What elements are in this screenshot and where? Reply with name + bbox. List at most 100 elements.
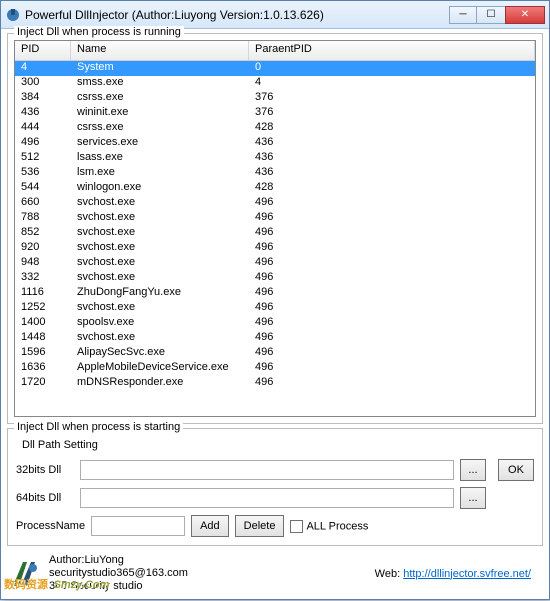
footer-studio: 365 Security studio bbox=[49, 580, 188, 593]
table-row[interactable]: 444csrss.exe428 bbox=[15, 121, 535, 136]
table-row[interactable]: 1116ZhuDongFangYu.exe496 bbox=[15, 286, 535, 301]
cell-parentpid: 496 bbox=[249, 346, 535, 361]
cell-name: svchost.exe bbox=[71, 256, 249, 271]
cell-name: svchost.exe bbox=[71, 241, 249, 256]
cell-parentpid: 0 bbox=[249, 61, 535, 76]
browse-64bit-button[interactable]: ... bbox=[460, 487, 486, 509]
cell-pid: 852 bbox=[15, 226, 71, 241]
cell-name: svchost.exe bbox=[71, 211, 249, 226]
table-row[interactable]: 4System0 bbox=[15, 61, 535, 76]
all-process-checkbox[interactable] bbox=[290, 520, 303, 533]
cell-pid: 332 bbox=[15, 271, 71, 286]
cell-name: svchost.exe bbox=[71, 331, 249, 346]
group-inject-running: Inject Dll when process is running PID N… bbox=[7, 33, 543, 424]
table-row[interactable]: 544winlogon.exe428 bbox=[15, 181, 535, 196]
input-32bit-dll[interactable] bbox=[80, 460, 454, 480]
table-row[interactable]: 536lsm.exe436 bbox=[15, 166, 535, 181]
cell-pid: 384 bbox=[15, 91, 71, 106]
footer-author: Author:LiuYong bbox=[49, 554, 188, 567]
titlebar[interactable]: Powerful DllInjector (Author:Liuyong Ver… bbox=[1, 1, 549, 29]
footer: Author:LiuYong securitystudio365@163.com… bbox=[7, 550, 543, 597]
cell-parentpid: 376 bbox=[249, 106, 535, 121]
close-button[interactable]: ✕ bbox=[505, 6, 545, 24]
cell-parentpid: 496 bbox=[249, 301, 535, 316]
cell-parentpid: 496 bbox=[249, 256, 535, 271]
group-running-title: Inject Dll when process is running bbox=[14, 26, 184, 38]
cell-parentpid: 496 bbox=[249, 331, 535, 346]
cell-parentpid: 436 bbox=[249, 166, 535, 181]
list-header: PID Name ParaentPID bbox=[15, 41, 535, 61]
table-row[interactable]: 1596AlipaySecSvc.exe496 bbox=[15, 346, 535, 361]
cell-name: winlogon.exe bbox=[71, 181, 249, 196]
cell-pid: 948 bbox=[15, 256, 71, 271]
cell-name: services.exe bbox=[71, 136, 249, 151]
cell-pid: 444 bbox=[15, 121, 71, 136]
cell-pid: 920 bbox=[15, 241, 71, 256]
cell-pid: 4 bbox=[15, 61, 71, 76]
maximize-button[interactable]: ☐ bbox=[477, 6, 505, 24]
cell-name: csrss.exe bbox=[71, 91, 249, 106]
table-row[interactable]: 1720mDNSResponder.exe496 bbox=[15, 376, 535, 391]
table-row[interactable]: 1636AppleMobileDeviceService.exe496 bbox=[15, 361, 535, 376]
app-icon bbox=[5, 7, 21, 23]
delete-button[interactable]: Delete bbox=[235, 515, 285, 537]
table-row[interactable]: 332svchost.exe496 bbox=[15, 271, 535, 286]
cell-parentpid: 4 bbox=[249, 76, 535, 91]
ok-button[interactable]: OK bbox=[498, 459, 534, 481]
cell-pid: 496 bbox=[15, 136, 71, 151]
web-link[interactable]: http://dllinjector.svfree.net/ bbox=[403, 568, 531, 580]
cell-parentpid: 496 bbox=[249, 316, 535, 331]
cell-pid: 788 bbox=[15, 211, 71, 226]
group-starting-title: Inject Dll when process is starting bbox=[14, 421, 183, 433]
process-list[interactable]: PID Name ParaentPID 4System0300smss.exe4… bbox=[14, 40, 536, 417]
label-32bit: 32bits Dll bbox=[16, 464, 74, 476]
table-row[interactable]: 1252svchost.exe496 bbox=[15, 301, 535, 316]
window-title: Powerful DllInjector (Author:Liuyong Ver… bbox=[25, 8, 449, 22]
column-parentpid[interactable]: ParaentPID bbox=[249, 41, 535, 60]
cell-parentpid: 496 bbox=[249, 376, 535, 391]
minimize-button[interactable]: ─ bbox=[449, 6, 477, 24]
cell-name: svchost.exe bbox=[71, 196, 249, 211]
cell-parentpid: 428 bbox=[249, 181, 535, 196]
footer-text: Author:LiuYong securitystudio365@163.com… bbox=[49, 554, 188, 593]
table-row[interactable]: 496services.exe436 bbox=[15, 136, 535, 151]
table-row[interactable]: 948svchost.exe496 bbox=[15, 256, 535, 271]
cell-name: spoolsv.exe bbox=[71, 316, 249, 331]
input-64bit-dll[interactable] bbox=[80, 488, 454, 508]
all-process-label[interactable]: ALL Process bbox=[290, 520, 368, 533]
table-row[interactable]: 788svchost.exe496 bbox=[15, 211, 535, 226]
table-row[interactable]: 1400spoolsv.exe496 bbox=[15, 316, 535, 331]
label-64bit: 64bits Dll bbox=[16, 492, 74, 504]
column-name[interactable]: Name bbox=[71, 41, 249, 60]
cell-parentpid: 496 bbox=[249, 271, 535, 286]
cell-pid: 1720 bbox=[15, 376, 71, 391]
cell-name: lsass.exe bbox=[71, 151, 249, 166]
table-row[interactable]: 660svchost.exe496 bbox=[15, 196, 535, 211]
table-row[interactable]: 300smss.exe4 bbox=[15, 76, 535, 91]
table-row[interactable]: 852svchost.exe496 bbox=[15, 226, 535, 241]
cell-name: svchost.exe bbox=[71, 226, 249, 241]
column-pid[interactable]: PID bbox=[15, 41, 71, 60]
table-row[interactable]: 512lsass.exe436 bbox=[15, 151, 535, 166]
table-row[interactable]: 920svchost.exe496 bbox=[15, 241, 535, 256]
cell-pid: 1116 bbox=[15, 286, 71, 301]
add-button[interactable]: Add bbox=[191, 515, 229, 537]
cell-name: smss.exe bbox=[71, 76, 249, 91]
cell-pid: 536 bbox=[15, 166, 71, 181]
list-body[interactable]: 4System0300smss.exe4384csrss.exe376436wi… bbox=[15, 61, 535, 416]
browse-32bit-button[interactable]: ... bbox=[460, 459, 486, 481]
table-row[interactable]: 1448svchost.exe496 bbox=[15, 331, 535, 346]
cell-pid: 300 bbox=[15, 76, 71, 91]
table-row[interactable]: 436wininit.exe376 bbox=[15, 106, 535, 121]
cell-parentpid: 496 bbox=[249, 286, 535, 301]
cell-name: System bbox=[71, 61, 249, 76]
cell-pid: 1596 bbox=[15, 346, 71, 361]
cell-pid: 512 bbox=[15, 151, 71, 166]
table-row[interactable]: 384csrss.exe376 bbox=[15, 91, 535, 106]
cell-name: lsm.exe bbox=[71, 166, 249, 181]
footer-icon bbox=[9, 558, 41, 590]
process-name-input[interactable] bbox=[91, 516, 185, 536]
cell-pid: 1252 bbox=[15, 301, 71, 316]
cell-parentpid: 496 bbox=[249, 241, 535, 256]
cell-name: csrss.exe bbox=[71, 121, 249, 136]
